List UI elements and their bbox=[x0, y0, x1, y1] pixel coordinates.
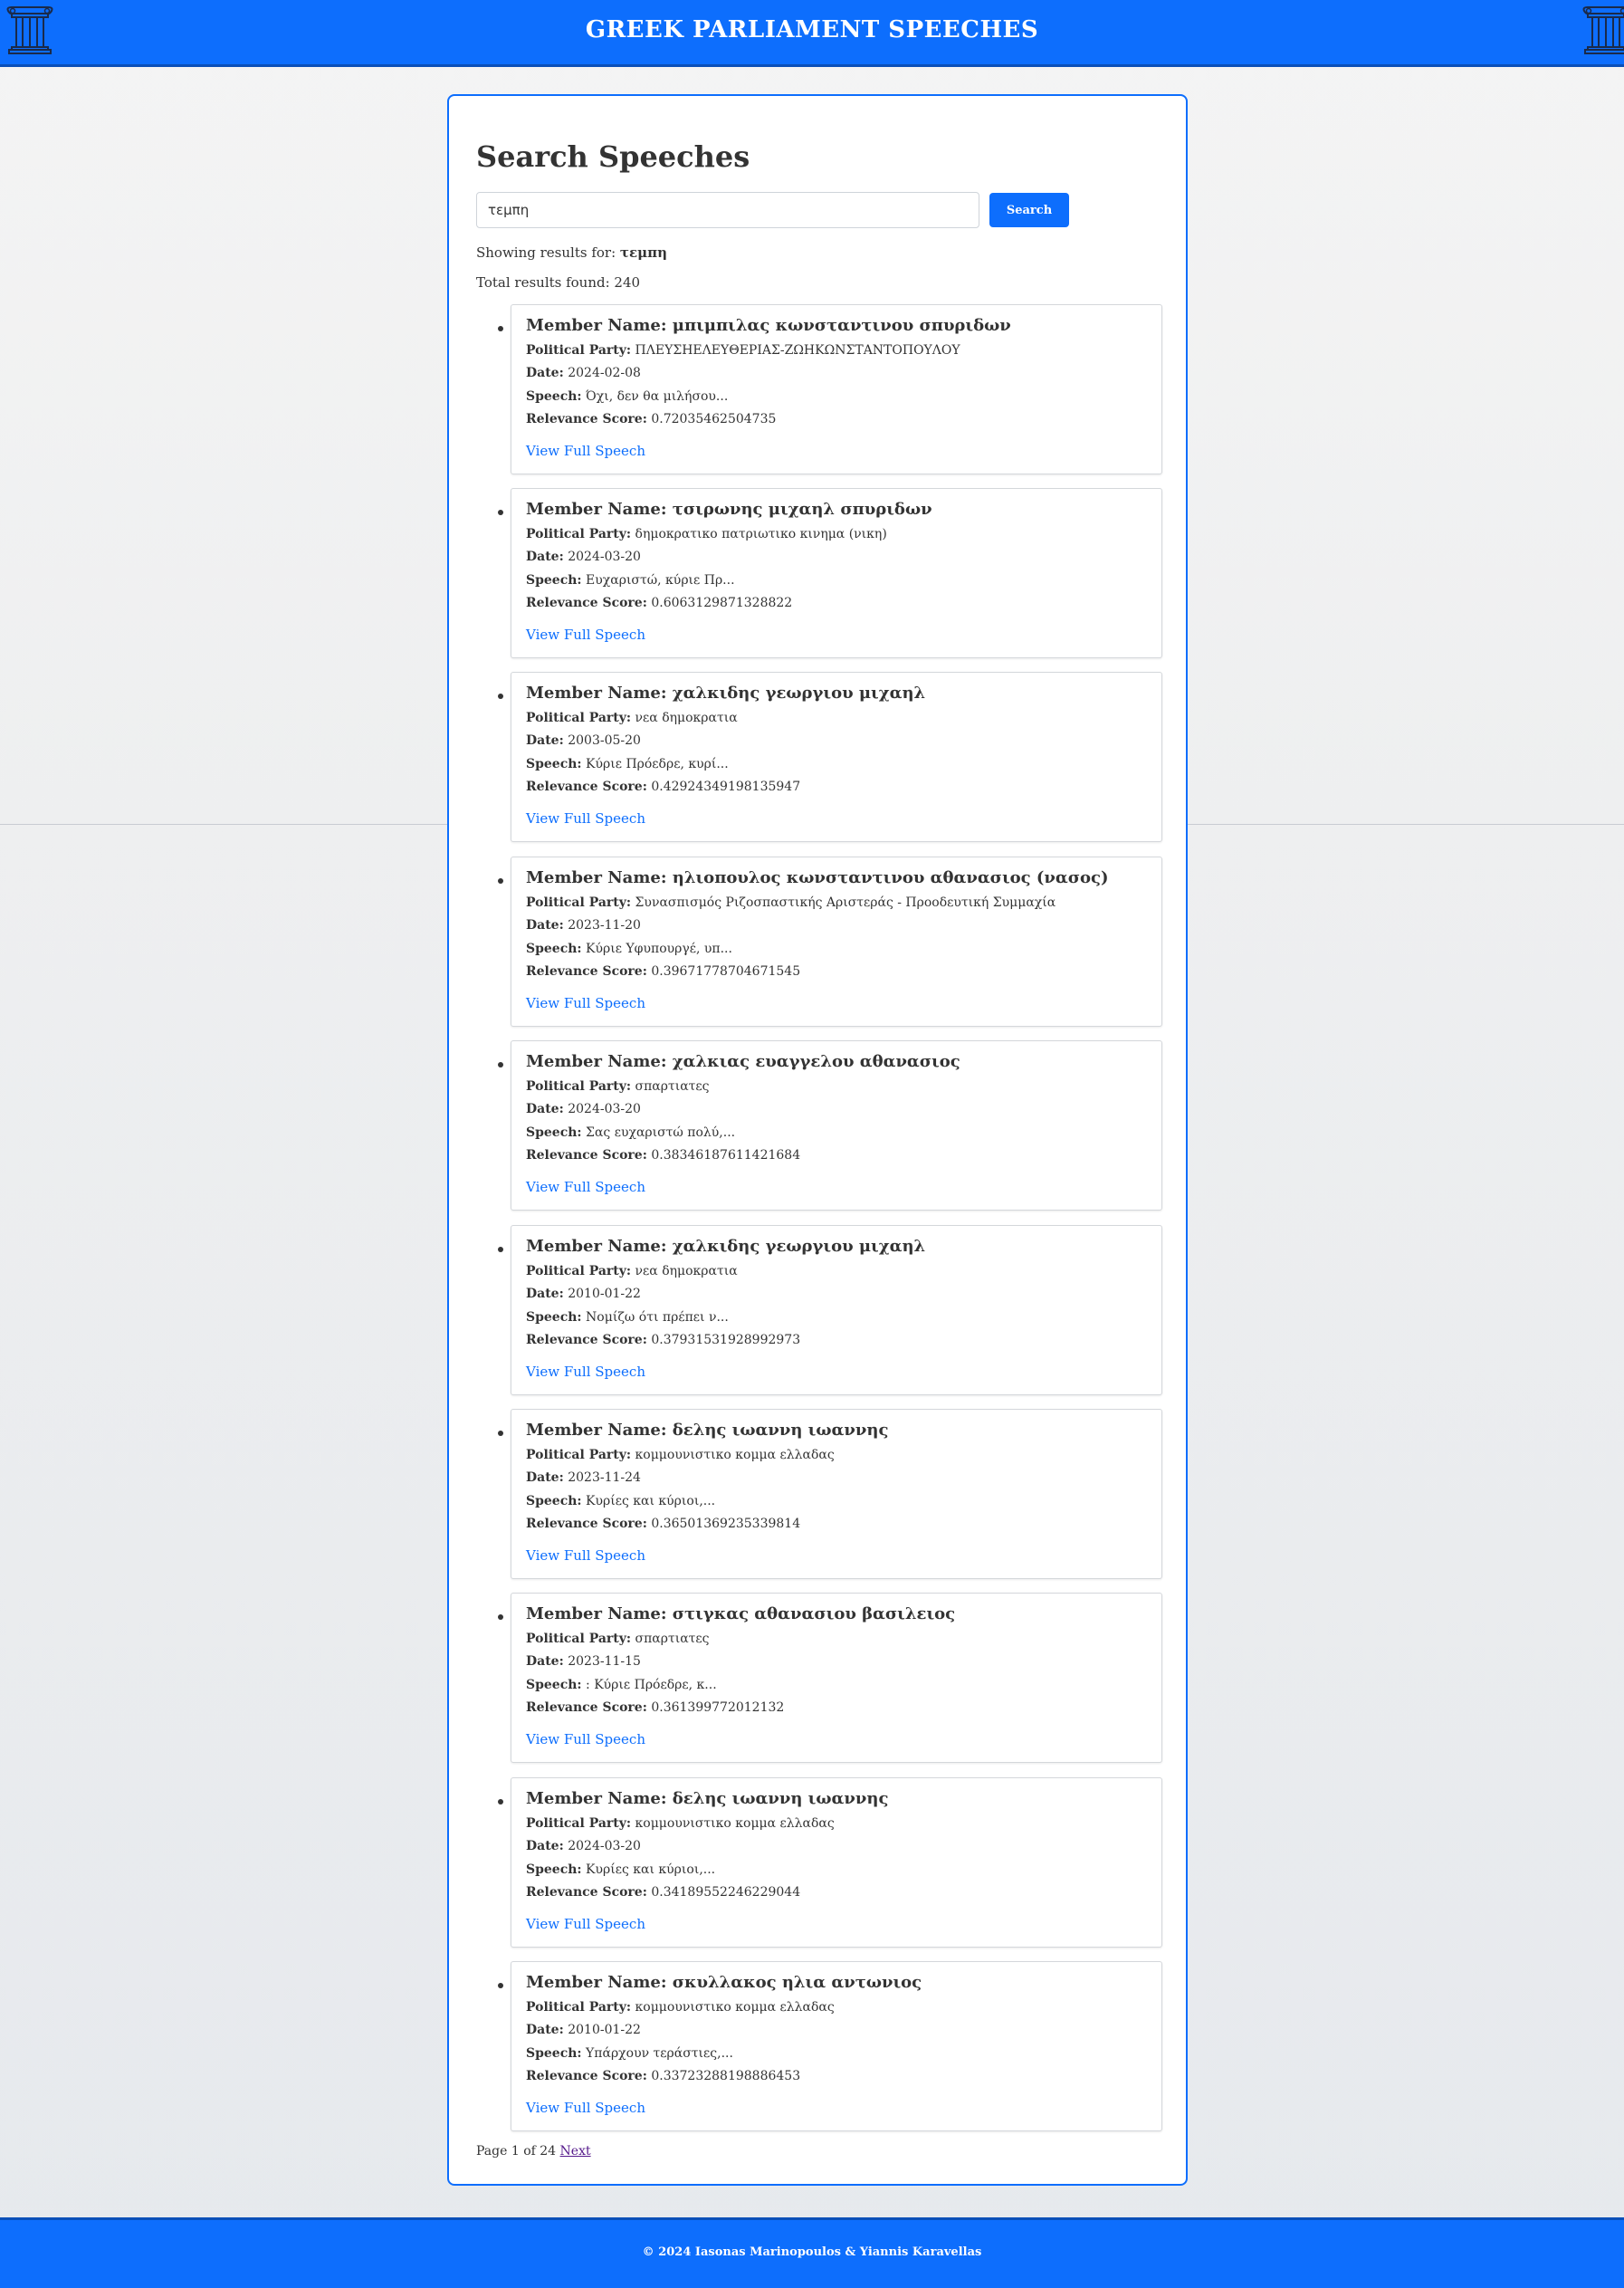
total-results-text: Total results found: 240 bbox=[476, 274, 640, 291]
view-full-speech-link[interactable]: View Full Speech bbox=[526, 810, 645, 827]
speech-excerpt: Speech: Νομίζω ότι πρέπει ν... bbox=[526, 1310, 1151, 1325]
political-party: Political Party: σπαρτιατες bbox=[526, 1079, 1151, 1094]
speech-date: Date: 2010-01-22 bbox=[526, 1287, 1151, 1301]
relevance-score: Relevance Score: 0.38346187611421684 bbox=[526, 1148, 1151, 1163]
list-bullet bbox=[498, 878, 503, 884]
relevance-score: Relevance Score: 0.34189552246229044 bbox=[526, 1885, 1151, 1900]
search-button[interactable]: Search bbox=[989, 193, 1069, 227]
relevance-score: Relevance Score: 0.33723288198886453 bbox=[526, 2069, 1151, 2083]
political-party: Political Party: κομμουνιστικο κομμα ελλ… bbox=[526, 2000, 1151, 2015]
view-full-speech-link[interactable]: View Full Speech bbox=[526, 443, 645, 459]
result-item: Member Name: χαλκιας ευαγγελου αθανασιος… bbox=[511, 1040, 1162, 1211]
speech-excerpt: Speech: Ευχαριστώ, κύριε Πρ... bbox=[526, 573, 1151, 588]
page-indicator: Page 1 of 24 bbox=[476, 2144, 556, 2159]
member-name: Member Name: χαλκιας ευαγγελου αθανασιος bbox=[526, 1052, 1151, 1071]
view-full-speech-link[interactable]: View Full Speech bbox=[526, 1364, 645, 1380]
list-bullet bbox=[498, 1062, 503, 1067]
member-name: Member Name: δελης ιωαννη ιωαννης bbox=[526, 1421, 1151, 1440]
showing-prefix: Showing results for: bbox=[476, 244, 616, 261]
speech-date: Date: 2023-11-24 bbox=[526, 1470, 1151, 1485]
speech-date: Date: 2010-01-22 bbox=[526, 2023, 1151, 2037]
speech-excerpt: Speech: Σας ευχαριστώ πολύ,... bbox=[526, 1125, 1151, 1140]
result-item: Member Name: χαλκιδης γεωργιου μιχαηλ Po… bbox=[511, 1225, 1162, 1395]
relevance-score: Relevance Score: 0.72035462504735 bbox=[526, 412, 1151, 426]
list-bullet bbox=[498, 1431, 503, 1436]
member-name: Member Name: τσιρωνης μιχαηλ σπυριδων bbox=[526, 500, 1151, 519]
result-item: Member Name: μπιμπιλας κωνσταντινου σπυρ… bbox=[511, 304, 1162, 474]
political-party: Political Party: δημοκρατικο πατριωτικο … bbox=[526, 527, 1151, 541]
view-full-speech-link[interactable]: View Full Speech bbox=[526, 627, 645, 643]
political-party: Political Party: Συνασπισμός Ριζοσπαστικ… bbox=[526, 895, 1151, 910]
list-bullet bbox=[498, 1614, 503, 1620]
list-bullet bbox=[498, 694, 503, 699]
search-card: Search Speeches Search Showing results f… bbox=[447, 94, 1188, 2186]
member-name: Member Name: σκυλλακος ηλια αντωνιος bbox=[526, 1973, 1151, 1992]
speech-excerpt: Speech: Κυρίες και κύριοι,... bbox=[526, 1862, 1151, 1877]
member-name: Member Name: μπιμπιλας κωνσταντινου σπυρ… bbox=[526, 316, 1151, 335]
political-party: Political Party: κομμουνιστικο κομμα ελλ… bbox=[526, 1816, 1151, 1831]
result-item: Member Name: χαλκιδης γεωργιου μιχαηλ Po… bbox=[511, 672, 1162, 842]
speech-date: Date: 2024-02-08 bbox=[526, 366, 1151, 380]
page-title: Search Speeches bbox=[476, 139, 750, 174]
greek-column-icon bbox=[1581, 5, 1624, 54]
result-item: Member Name: ηλιοπουλος κωνσταντινου αθα… bbox=[511, 857, 1162, 1027]
relevance-score: Relevance Score: 0.42924349198135947 bbox=[526, 780, 1151, 794]
relevance-score: Relevance Score: 0.6063129871328822 bbox=[526, 596, 1151, 610]
member-name: Member Name: ηλιοπουλος κωνσταντινου αθα… bbox=[526, 868, 1151, 887]
speech-excerpt: Speech: Όχι, δεν θα μιλήσου... bbox=[526, 389, 1151, 404]
speech-excerpt: Speech: : Κύριε Πρόεδρε, κ... bbox=[526, 1678, 1151, 1692]
list-bullet bbox=[498, 1983, 503, 1988]
speech-date: Date: 2023-11-15 bbox=[526, 1654, 1151, 1669]
speech-excerpt: Speech: Κυρίες και κύριοι,... bbox=[526, 1494, 1151, 1508]
political-party: Political Party: σπαρτιατες bbox=[526, 1632, 1151, 1646]
speech-date: Date: 2003-05-20 bbox=[526, 733, 1151, 748]
member-name: Member Name: χαλκιδης γεωργιου μιχαηλ bbox=[526, 1237, 1151, 1256]
relevance-score: Relevance Score: 0.36501369235339814 bbox=[526, 1517, 1151, 1531]
relevance-score: Relevance Score: 0.37931531928992973 bbox=[526, 1333, 1151, 1347]
site-title: GREEK PARLIAMENT SPEECHES bbox=[0, 16, 1624, 43]
result-item: Member Name: στιγκας αθανασιου βασιλειος… bbox=[511, 1593, 1162, 1763]
site-footer: © 2024 Iasonas Marinopoulos & Yiannis Ka… bbox=[0, 2217, 1624, 2288]
result-item: Member Name: δελης ιωαννη ιωαννης Politi… bbox=[511, 1409, 1162, 1579]
view-full-speech-link[interactable]: View Full Speech bbox=[526, 1179, 645, 1195]
speech-date: Date: 2024-03-20 bbox=[526, 1839, 1151, 1853]
showing-results-text: Showing results for: τεμπη bbox=[476, 244, 667, 261]
list-bullet bbox=[498, 1799, 503, 1805]
political-party: Political Party: κομμουνιστικο κομμα ελλ… bbox=[526, 1448, 1151, 1462]
speech-excerpt: Speech: Υπάρχουν τεράστιες,... bbox=[526, 2046, 1151, 2061]
pagination: Page 1 of 24 Next bbox=[476, 2144, 591, 2159]
site-header: GREEK PARLIAMENT SPEECHES bbox=[0, 0, 1624, 67]
list-bullet bbox=[498, 510, 503, 515]
member-name: Member Name: δελης ιωαννη ιωαννης bbox=[526, 1789, 1151, 1808]
view-full-speech-link[interactable]: View Full Speech bbox=[526, 1731, 645, 1747]
list-bullet bbox=[498, 326, 503, 331]
relevance-score: Relevance Score: 0.39671778704671545 bbox=[526, 964, 1151, 979]
view-full-speech-link[interactable]: View Full Speech bbox=[526, 2100, 645, 2116]
view-full-speech-link[interactable]: View Full Speech bbox=[526, 1916, 645, 1932]
member-name: Member Name: χαλκιδης γεωργιου μιχαηλ bbox=[526, 684, 1151, 703]
footer-copyright: © 2024 Iasonas Marinopoulos & Yiannis Ka… bbox=[0, 2245, 1624, 2259]
showing-query: τεμπη bbox=[620, 244, 667, 261]
member-name: Member Name: στιγκας αθανασιου βασιλειος bbox=[526, 1604, 1151, 1623]
speech-date: Date: 2024-03-20 bbox=[526, 550, 1151, 564]
speech-date: Date: 2023-11-20 bbox=[526, 918, 1151, 933]
result-item: Member Name: τσιρωνης μιχαηλ σπυριδων Po… bbox=[511, 488, 1162, 658]
relevance-score: Relevance Score: 0.361399772012132 bbox=[526, 1700, 1151, 1715]
speech-excerpt: Speech: Κύριε Πρόεδρε, κυρί... bbox=[526, 757, 1151, 771]
view-full-speech-link[interactable]: View Full Speech bbox=[526, 1547, 645, 1564]
political-party: Political Party: νεα δημοκρατια bbox=[526, 711, 1151, 725]
search-input[interactable] bbox=[476, 192, 979, 228]
result-item: Member Name: σκυλλακος ηλια αντωνιος Pol… bbox=[511, 1961, 1162, 2131]
result-item: Member Name: δελης ιωαννη ιωαννης Politi… bbox=[511, 1777, 1162, 1948]
speech-date: Date: 2024-03-20 bbox=[526, 1102, 1151, 1116]
list-bullet bbox=[498, 1247, 503, 1252]
view-full-speech-link[interactable]: View Full Speech bbox=[526, 995, 645, 1011]
next-page-link[interactable]: Next bbox=[560, 2144, 591, 2159]
political-party: Political Party: ΠΛΕΥΣΗΕΛΕΥΘΕΡΙΑΣ-ΖΩΗΚΩΝ… bbox=[526, 343, 1151, 358]
speech-excerpt: Speech: Κύριε Υφυπουργέ, υπ... bbox=[526, 942, 1151, 956]
political-party: Political Party: νεα δημοκρατια bbox=[526, 1264, 1151, 1278]
